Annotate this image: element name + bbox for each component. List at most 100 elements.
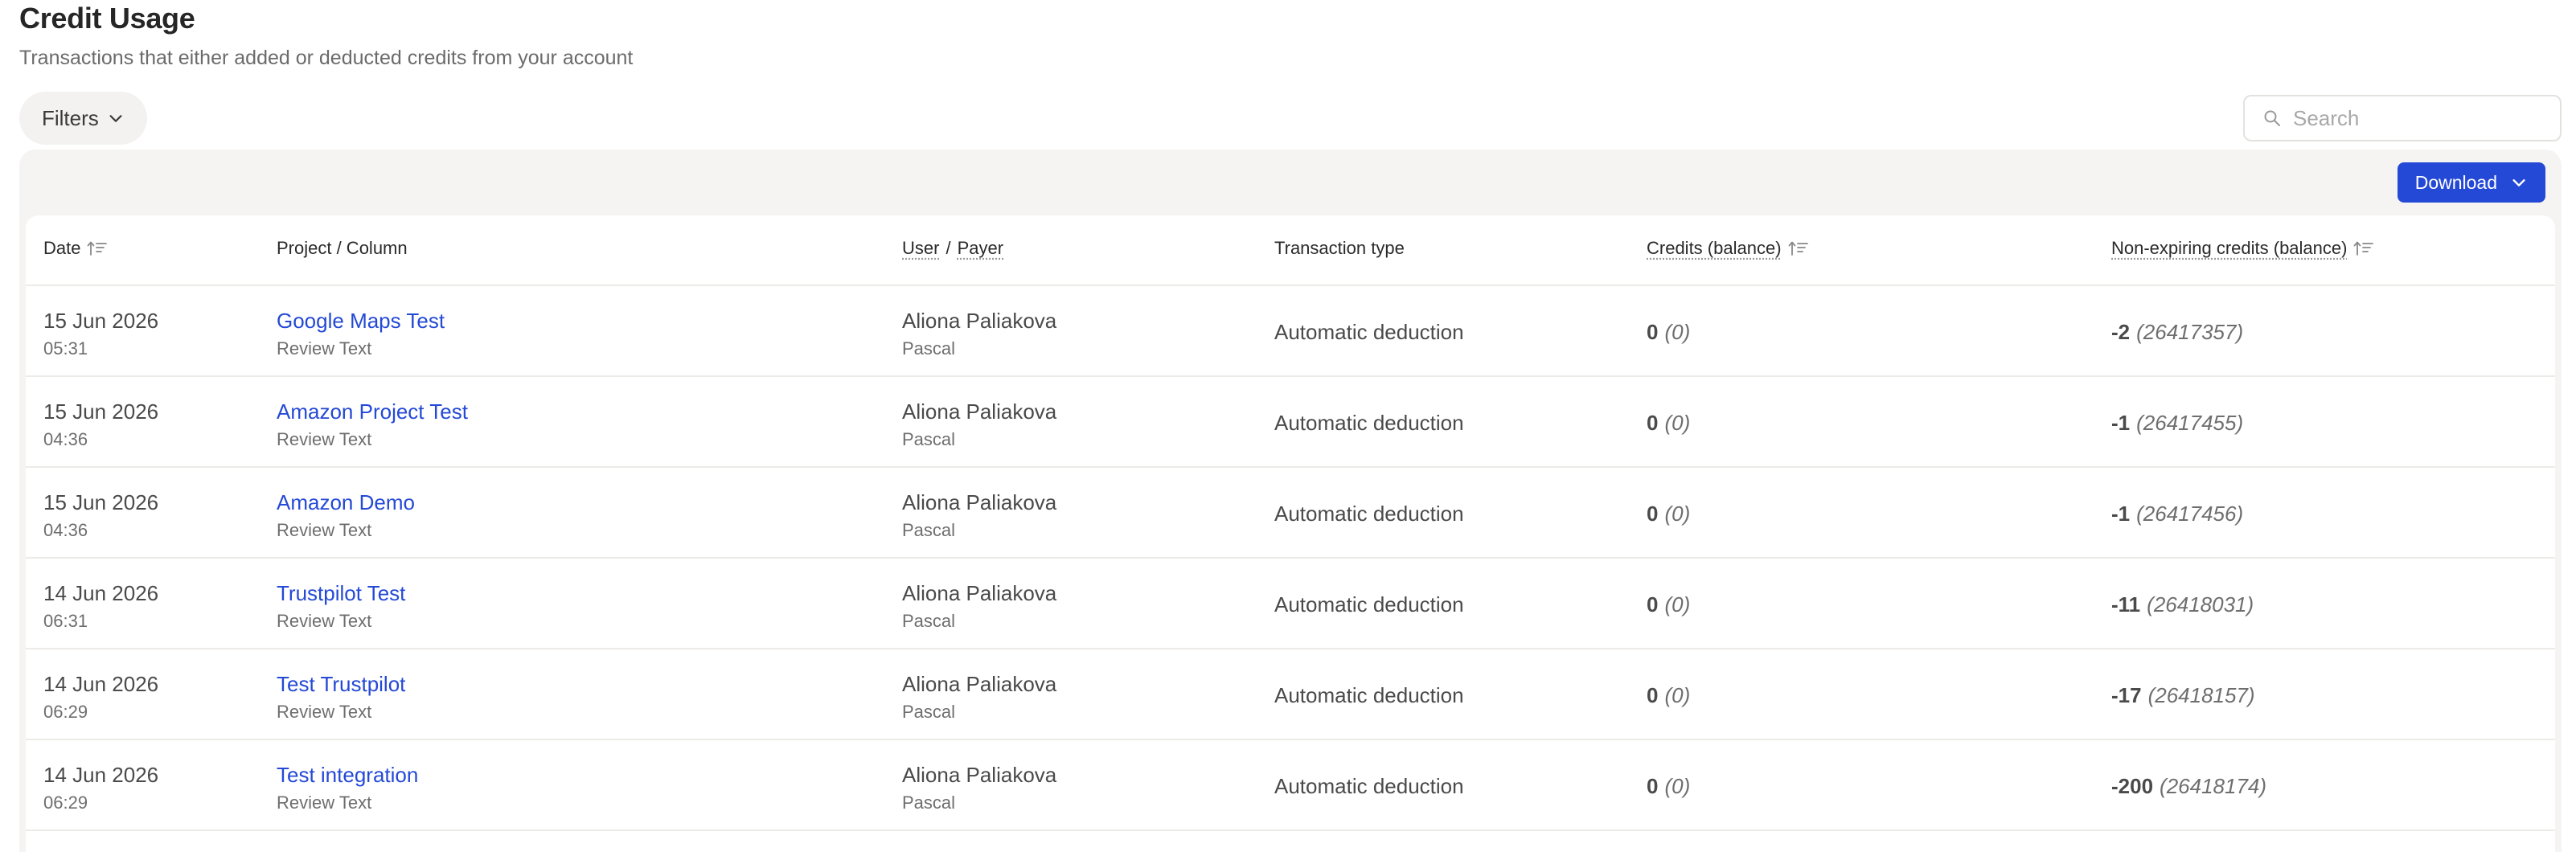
column-name: Review Text: [277, 520, 372, 540]
user-cell: Aliona Paliakova Pascal: [902, 672, 1056, 723]
payer-name: Pascal: [902, 520, 956, 540]
payer-name: Pascal: [902, 429, 956, 449]
table-row: 15 Jun 2026 05:31 Google Maps Test Revie…: [26, 286, 2555, 377]
download-button[interactable]: Download: [2397, 162, 2545, 203]
filters-button[interactable]: Filters: [19, 92, 147, 145]
nonexpiring-cell: -11 (26418031): [2111, 592, 2254, 617]
project-link[interactable]: Amazon Project Test: [277, 399, 468, 424]
user-name: Aliona Paliakova: [902, 763, 1057, 787]
project-link[interactable]: Amazon Demo: [277, 490, 415, 515]
user-cell: Aliona Paliakova Pascal: [902, 581, 1056, 632]
payer-name: Pascal: [902, 702, 956, 722]
nonexpiring-value: -200: [2111, 774, 2154, 798]
column-name: Review Text: [277, 338, 372, 358]
credits-cell: 0 (0): [1647, 683, 1690, 708]
credits-cell: 0 (0): [1647, 320, 1690, 345]
project-cell: Trustpilot Test Review Text: [277, 581, 405, 632]
user-cell: Aliona Paliakova Pascal: [902, 399, 1056, 450]
date-value: 14 Jun 2026: [43, 581, 159, 605]
transaction-type: Automatic deduction: [1274, 683, 1464, 707]
date-cell: 15 Jun 2026 05:31: [43, 309, 158, 359]
time-value: 06:29: [43, 702, 88, 722]
nonexpiring-balance: (26418031): [2147, 592, 2254, 616]
credits-cell: 0 (0): [1647, 502, 1690, 526]
column-name: Review Text: [277, 702, 372, 722]
credits-value: 0: [1647, 592, 1659, 616]
date-cell: 15 Jun 2026 04:36: [43, 399, 158, 450]
table-row: 14 Jun 2026 06:31 Trustpilot Test Review…: [26, 559, 2555, 649]
credits-balance: (0): [1664, 320, 1691, 344]
project-link[interactable]: Test Trustpilot: [277, 672, 405, 697]
credits-balance: (0): [1664, 411, 1691, 435]
search-icon: [2264, 110, 2280, 126]
date-cell: 14 Jun 2026 06:31: [43, 581, 158, 632]
time-value: 06:29: [43, 793, 88, 813]
transaction-type: Automatic deduction: [1274, 411, 1464, 435]
transaction-type: Automatic deduction: [1274, 592, 1464, 616]
project-cell: Test integration Review Text: [277, 763, 418, 813]
column-name: Review Text: [277, 611, 372, 631]
nonexpiring-cell: -17 (26418157): [2111, 683, 2255, 708]
payer-name: Pascal: [902, 793, 956, 813]
credits-balance: (0): [1664, 774, 1691, 798]
time-value: 06:31: [43, 611, 88, 631]
project-cell: Amazon Project Test Review Text: [277, 399, 468, 450]
payer-name: Pascal: [902, 611, 956, 631]
project-link[interactable]: Trustpilot Test: [277, 581, 405, 606]
nonexpiring-cell: -2 (26417357): [2111, 320, 2243, 345]
transaction-type: Automatic deduction: [1274, 774, 1464, 798]
column-header-date[interactable]: Date: [43, 238, 108, 259]
credits-balance: (0): [1664, 502, 1691, 526]
nonexpiring-cell: -200 (26418174): [2111, 774, 2266, 799]
filters-label: Filters: [42, 105, 99, 130]
column-header-project: Project / Column: [277, 238, 408, 258]
project-link[interactable]: Test integration: [277, 763, 418, 788]
column-header-credits[interactable]: Credits (balance): [1647, 238, 1809, 259]
credits-value: 0: [1647, 320, 1659, 344]
search-box[interactable]: [2243, 95, 2562, 141]
credits-balance: (0): [1664, 683, 1691, 707]
date-value: 14 Jun 2026: [43, 672, 159, 696]
nonexpiring-value: -1: [2111, 411, 2131, 435]
table-header: Date Project / Column User / Payer Trans…: [26, 215, 2555, 286]
nonexpiring-balance: (26417456): [2136, 502, 2244, 526]
project-cell: Amazon Demo Review Text: [277, 490, 415, 541]
user-name: Aliona Paliakova: [902, 672, 1057, 696]
credits-value: 0: [1647, 502, 1659, 526]
column-header-transaction-type: Transaction type: [1274, 238, 1405, 258]
date-value: 15 Jun 2026: [43, 309, 159, 333]
user-name: Aliona Paliakova: [902, 399, 1057, 424]
nonexpiring-value: -17: [2111, 683, 2142, 707]
project-cell: Google Maps Test Review Text: [277, 309, 445, 359]
user-cell: Aliona Paliakova Pascal: [902, 309, 1056, 359]
time-value: 04:36: [43, 429, 88, 449]
project-link[interactable]: Google Maps Test: [277, 309, 445, 334]
nonexpiring-cell: -1 (26417456): [2111, 502, 2243, 526]
credit-usage-page: Credit Usage Transactions that either ad…: [0, 0, 2576, 852]
column-header-user: User: [902, 238, 940, 258]
date-value: 15 Jun 2026: [43, 399, 159, 424]
chevron-down-icon: [2512, 179, 2525, 186]
download-label: Download: [2414, 171, 2497, 193]
search-input[interactable]: [2293, 105, 2550, 131]
page-title: Credit Usage: [19, 2, 195, 35]
table-row: 15 Jun 2026 04:36 Amazon Project Test Re…: [26, 377, 2555, 468]
table-row: 14 Jun 2026 06:29 Test integration Revie…: [26, 740, 2555, 831]
nonexpiring-value: -1: [2111, 502, 2131, 526]
nonexpiring-value: -2: [2111, 320, 2131, 344]
column-header-separator: /: [945, 238, 951, 258]
column-header-nonexpiring-credits[interactable]: Non-expiring credits (balance): [2111, 238, 2374, 259]
credits-cell: 0 (0): [1647, 774, 1690, 799]
nonexpiring-value: -11: [2111, 592, 2141, 616]
credits-cell: 0 (0): [1647, 592, 1690, 617]
date-value: 15 Jun 2026: [43, 490, 159, 514]
column-header-user-payer: User / Payer: [902, 238, 1003, 259]
project-cell: Test Trustpilot Review Text: [277, 672, 405, 723]
nonexpiring-balance: (26418174): [2160, 774, 2267, 798]
page-subtitle: Transactions that either added or deduct…: [19, 47, 634, 69]
date-cell: 14 Jun 2026 06:29: [43, 672, 158, 723]
transaction-type: Automatic deduction: [1274, 320, 1464, 344]
credits-value: 0: [1647, 774, 1659, 798]
sort-icon: [2354, 241, 2374, 256]
date-cell: 15 Jun 2026 04:36: [43, 490, 158, 541]
